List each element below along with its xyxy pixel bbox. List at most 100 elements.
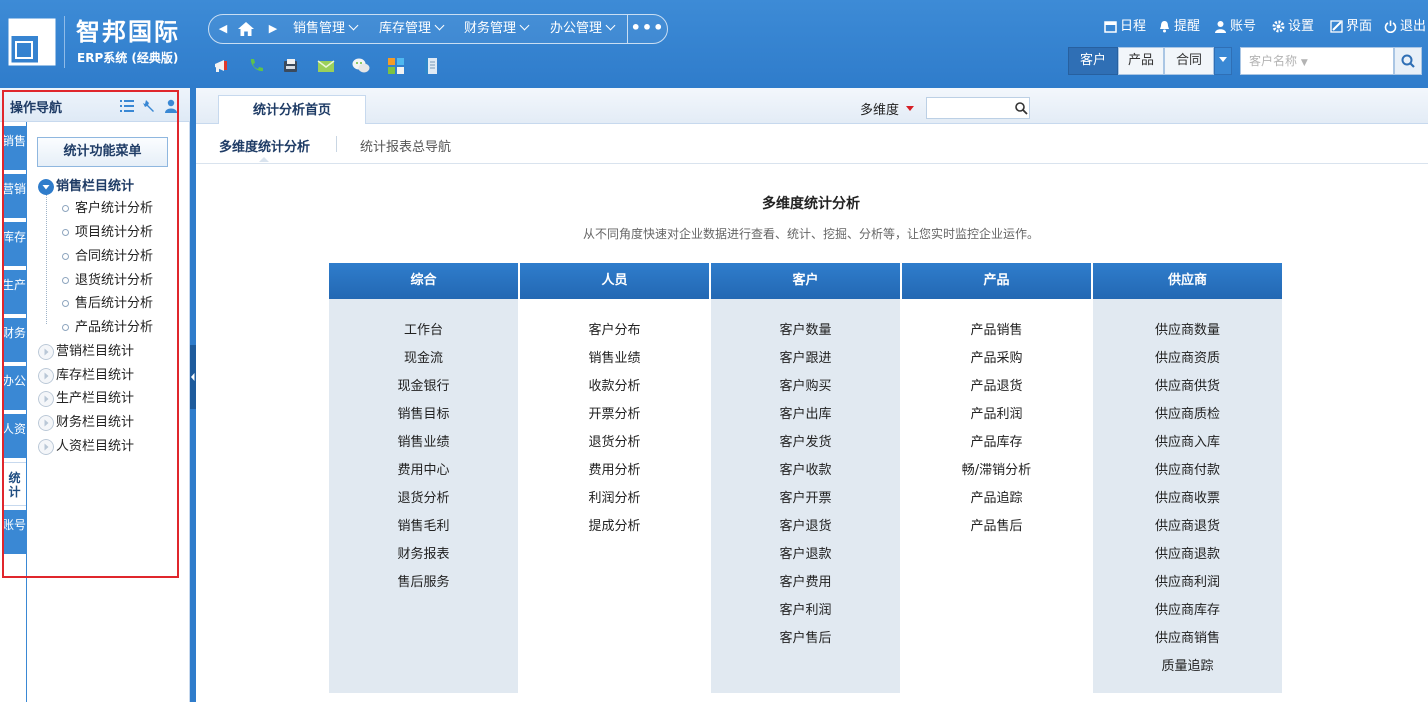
- wechat-icon[interactable]: [351, 56, 371, 76]
- grid-link[interactable]: 销售目标: [329, 403, 518, 422]
- grid-link[interactable]: 产品库存: [902, 431, 1091, 450]
- menu-inventory[interactable]: 库存管理: [379, 15, 445, 43]
- grid-link[interactable]: 费用中心: [329, 459, 518, 478]
- settings-link[interactable]: 设置: [1272, 15, 1314, 34]
- grid-link[interactable]: 费用分析: [520, 459, 709, 478]
- grid-link[interactable]: 提成分析: [520, 515, 709, 534]
- reminder-link[interactable]: 提醒: [1158, 15, 1200, 34]
- grid-link[interactable]: 供应商资质: [1093, 347, 1282, 366]
- fax-icon[interactable]: [281, 56, 301, 76]
- menu-finance[interactable]: 财务管理: [464, 15, 530, 43]
- grid-link[interactable]: 供应商收票: [1093, 487, 1282, 506]
- tab-office[interactable]: 办公: [2, 366, 26, 410]
- grid-link[interactable]: 产品售后: [902, 515, 1091, 534]
- grid-link[interactable]: 现金银行: [329, 375, 518, 394]
- grid-link[interactable]: 客户跟进: [711, 347, 900, 366]
- user-icon[interactable]: [164, 99, 178, 113]
- tab-sales[interactable]: 销售: [2, 126, 26, 170]
- grid-link[interactable]: 客户收款: [711, 459, 900, 478]
- grid-link[interactable]: 客户出库: [711, 403, 900, 422]
- search-type-product[interactable]: 产品: [1118, 47, 1164, 75]
- grid-link[interactable]: 供应商退款: [1093, 543, 1282, 562]
- apps-icon[interactable]: [386, 56, 406, 76]
- grid-link[interactable]: 畅/滞销分析: [902, 459, 1091, 478]
- tab-marketing[interactable]: 营销: [2, 174, 26, 218]
- grid-link[interactable]: 产品退货: [902, 375, 1091, 394]
- grid-link[interactable]: 销售毛利: [329, 515, 518, 534]
- stat-function-menu-button[interactable]: 统计功能菜单: [37, 137, 168, 167]
- phone-icon[interactable]: [246, 56, 266, 76]
- subtab-report-navigation[interactable]: 统计报表总导航: [360, 136, 451, 155]
- tab-stat-home[interactable]: 统计分析首页: [218, 95, 366, 125]
- search-icon[interactable]: [1014, 101, 1028, 115]
- search-type-dropdown[interactable]: [1214, 47, 1232, 75]
- grid-link[interactable]: 产品销售: [902, 319, 1091, 338]
- grid-link[interactable]: 产品追踪: [902, 487, 1091, 506]
- nav-forward-icon[interactable]: ▶: [263, 15, 283, 43]
- dimension-selector[interactable]: 多维度: [860, 99, 899, 118]
- grid-link[interactable]: 客户利润: [711, 599, 900, 618]
- search-input[interactable]: 客户名称 ▼: [1240, 47, 1394, 75]
- grid-link[interactable]: 客户购买: [711, 375, 900, 394]
- grid-link[interactable]: 开票分析: [520, 403, 709, 422]
- grid-link[interactable]: 退货分析: [520, 431, 709, 450]
- account-link[interactable]: 账号: [1214, 15, 1256, 34]
- grid-link[interactable]: 质量追踪: [1093, 655, 1282, 674]
- grid-link[interactable]: 销售业绩: [520, 347, 709, 366]
- grid-link[interactable]: 收款分析: [520, 375, 709, 394]
- grid-link[interactable]: 财务报表: [329, 543, 518, 562]
- grid-link[interactable]: 利润分析: [520, 487, 709, 506]
- grid-link[interactable]: 供应商入库: [1093, 431, 1282, 450]
- grid-link[interactable]: 供应商质检: [1093, 403, 1282, 422]
- grid-link[interactable]: 供应商供货: [1093, 375, 1282, 394]
- wrench-icon[interactable]: [143, 99, 157, 113]
- search-button[interactable]: [1394, 47, 1422, 75]
- grid-link[interactable]: 供应商利润: [1093, 571, 1282, 590]
- logout-link[interactable]: 退出: [1384, 15, 1426, 34]
- grid-link[interactable]: 退货分析: [329, 487, 518, 506]
- grid-link[interactable]: 供应商退货: [1093, 515, 1282, 534]
- interface-link[interactable]: 界面: [1330, 15, 1372, 34]
- column-header: 客户: [711, 263, 900, 299]
- menu-office[interactable]: 办公管理: [550, 15, 616, 43]
- grid-link[interactable]: 供应商销售: [1093, 627, 1282, 646]
- grid-link[interactable]: 产品利润: [902, 403, 1091, 422]
- grid-link[interactable]: 客户开票: [711, 487, 900, 506]
- grid-link[interactable]: 客户费用: [711, 571, 900, 590]
- document-icon[interactable]: [421, 56, 441, 76]
- grid-link[interactable]: 现金流: [329, 347, 518, 366]
- grid-link[interactable]: 客户售后: [711, 627, 900, 646]
- megaphone-icon[interactable]: [212, 56, 232, 76]
- grid-link[interactable]: 客户分布: [520, 319, 709, 338]
- home-icon[interactable]: [237, 20, 255, 38]
- grid-link[interactable]: 销售业绩: [329, 431, 518, 450]
- grid-link[interactable]: 工作台: [329, 319, 518, 338]
- list-icon[interactable]: [120, 99, 134, 113]
- grid-link[interactable]: 客户数量: [711, 319, 900, 338]
- grid-link[interactable]: 供应商付款: [1093, 459, 1282, 478]
- menu-sales[interactable]: 销售管理: [293, 15, 359, 43]
- tab-production[interactable]: 生产: [2, 270, 26, 314]
- search-type-contract[interactable]: 合同: [1164, 47, 1214, 75]
- search-type-customer[interactable]: 客户: [1068, 47, 1118, 75]
- tab-account[interactable]: 账号: [2, 510, 26, 554]
- mail-icon[interactable]: [316, 56, 336, 76]
- tab-hr[interactable]: 人资: [2, 414, 26, 458]
- page-title: 多维度统计分析: [762, 196, 860, 212]
- grid-link[interactable]: 客户发货: [711, 431, 900, 450]
- grid-link[interactable]: 供应商库存: [1093, 599, 1282, 618]
- grid-link[interactable]: 客户退货: [711, 515, 900, 534]
- grid-link[interactable]: 产品采购: [902, 347, 1091, 366]
- caret-down-icon[interactable]: [906, 106, 914, 111]
- subtab-multidimensional[interactable]: 多维度统计分析: [219, 136, 310, 155]
- nav-back-icon[interactable]: ◀: [213, 15, 233, 43]
- tab-finance[interactable]: 财务: [2, 318, 26, 362]
- schedule-link[interactable]: 日程: [1104, 15, 1146, 34]
- grid-link[interactable]: 售后服务: [329, 571, 518, 590]
- more-menu-button[interactable]: •••: [627, 15, 667, 43]
- tab-inventory[interactable]: 库存: [2, 222, 26, 266]
- grid-link[interactable]: 供应商数量: [1093, 319, 1282, 338]
- column-general: 综合 工作台 现金流 现金银行 销售目标 销售业绩 费用中心 退货分析 销售毛利…: [329, 263, 518, 693]
- tab-statistics[interactable]: 统计: [2, 462, 26, 506]
- grid-link[interactable]: 客户退款: [711, 543, 900, 562]
